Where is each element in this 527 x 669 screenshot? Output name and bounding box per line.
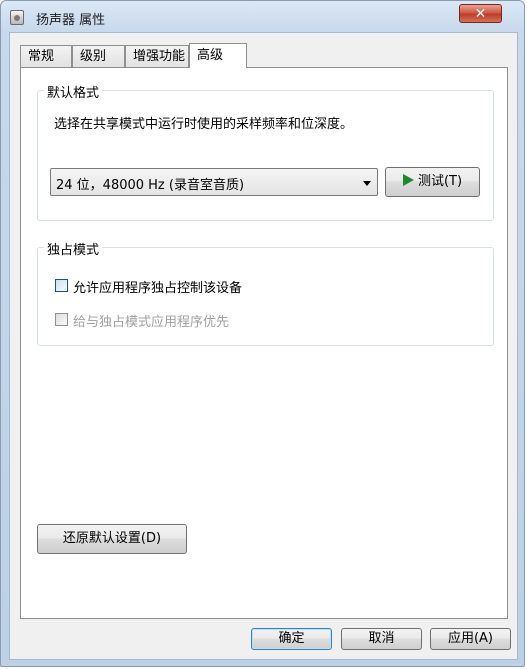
- exclusive-mode-group: 独占模式 允许应用程序独占控制该设备 给与独占模式应用程序优先: [37, 239, 494, 346]
- window-title: 扬声器 属性: [36, 13, 106, 28]
- chevron-down-icon: [363, 181, 371, 186]
- exclusive-mode-title: 独占模式: [44, 239, 103, 258]
- tab-levels[interactable]: 级别: [72, 45, 125, 67]
- format-select[interactable]: 24 位，48000 Hz (录音室音质): [50, 168, 378, 196]
- exclusive-priority-label: 给与独占模式应用程序优先: [73, 315, 230, 330]
- play-icon: [402, 174, 414, 186]
- close-button[interactable]: ✕: [459, 4, 502, 23]
- tab-advanced[interactable]: 高级: [189, 43, 247, 68]
- test-button[interactable]: 测试(T): [385, 167, 480, 197]
- restore-defaults-button[interactable]: 还原默认设置(D): [37, 524, 187, 554]
- tab-panel-advanced: 默认格式 选择在共享模式中运行时使用的采样频率和位深度。 24 位，48000 …: [20, 67, 508, 619]
- cancel-button[interactable]: 取消: [341, 628, 422, 650]
- default-format-description: 选择在共享模式中运行时使用的采样频率和位深度。: [54, 117, 354, 132]
- allow-exclusive-checkbox[interactable]: [55, 279, 68, 292]
- apply-button[interactable]: 应用(A): [430, 628, 511, 650]
- speaker-icon: [10, 10, 24, 25]
- properties-window: 扬声器 属性 ✕ 常规 级别 增强功能 高级 默认格式 选择在共享模式中运行时使…: [0, 0, 525, 667]
- allow-exclusive-label[interactable]: 允许应用程序独占控制该设备: [73, 277, 242, 296]
- exclusive-priority-checkbox: [55, 313, 68, 326]
- default-format-group: 默认格式 选择在共享模式中运行时使用的采样频率和位深度。 24 位，48000 …: [37, 82, 494, 221]
- test-button-label: 测试(T): [417, 174, 463, 189]
- dialog-client-area: 常规 级别 增强功能 高级 默认格式 选择在共享模式中运行时使用的采样频率和位深…: [9, 32, 518, 660]
- title-bar[interactable]: 扬声器 属性 ✕: [1, 1, 524, 33]
- ok-button[interactable]: 确定: [251, 628, 332, 650]
- default-format-title: 默认格式: [44, 82, 103, 101]
- tab-general[interactable]: 常规: [20, 45, 72, 67]
- tab-enhancements[interactable]: 增强功能: [125, 45, 189, 67]
- format-select-value: 24 位，48000 Hz (录音室音质): [56, 178, 245, 193]
